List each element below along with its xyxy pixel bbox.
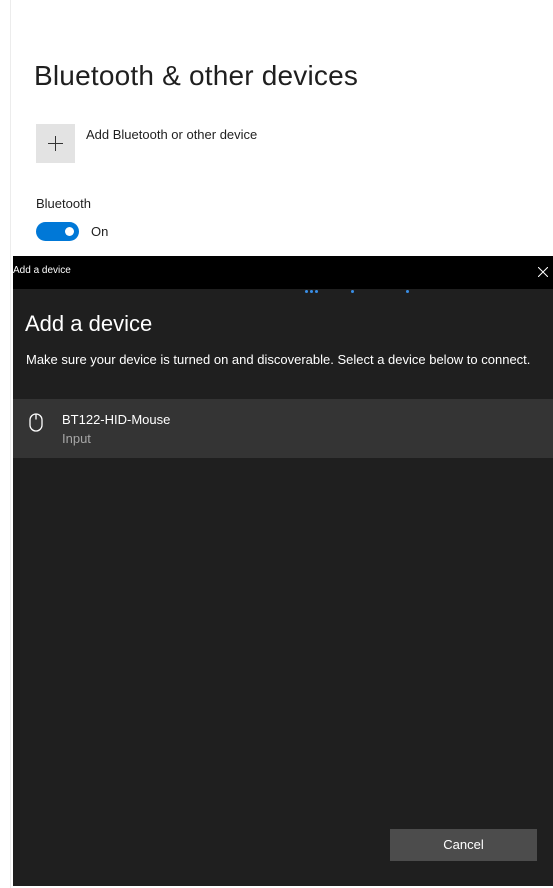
add-device-tile[interactable] (36, 124, 75, 163)
progress-dot (305, 290, 308, 293)
device-name: BT122-HID-Mouse (62, 412, 171, 427)
dialog-titlebar: Add a device (13, 256, 553, 289)
progress-dot (406, 290, 409, 293)
settings-page: Bluetooth & other devices Add Bluetooth … (0, 0, 553, 888)
dialog-close-button[interactable] (525, 256, 553, 289)
bluetooth-label: Bluetooth (36, 196, 91, 211)
dialog-heading: Add a device (25, 311, 153, 336)
toggle-knob (65, 227, 74, 236)
bluetooth-state-label: On (91, 224, 109, 239)
add-device-label[interactable]: Add Bluetooth or other device (86, 127, 257, 142)
device-list-item[interactable]: BT122-HID-Mouse Input (13, 399, 553, 458)
plus-icon (48, 136, 63, 151)
page-title: Bluetooth & other devices (34, 60, 359, 91)
mouse-icon (29, 413, 43, 432)
bluetooth-toggle[interactable] (36, 222, 79, 241)
window-edge (10, 0, 11, 888)
progress-dot (310, 290, 313, 293)
device-type: Input (62, 431, 91, 446)
dialog-window-title: Add a device (13, 265, 71, 276)
cancel-button[interactable]: Cancel (390, 829, 537, 861)
dialog-description: Make sure your device is turned on and d… (26, 352, 531, 367)
close-icon (538, 267, 548, 277)
progress-dot (315, 290, 318, 293)
add-bluetooth-device-button[interactable]: Add Bluetooth or other device (36, 124, 257, 164)
progress-dot (351, 290, 354, 293)
bluetooth-toggle-row: On (36, 222, 108, 241)
searching-progress-indicator (305, 289, 425, 295)
add-device-dialog: Add a device Add a device Make sure your… (13, 256, 553, 886)
